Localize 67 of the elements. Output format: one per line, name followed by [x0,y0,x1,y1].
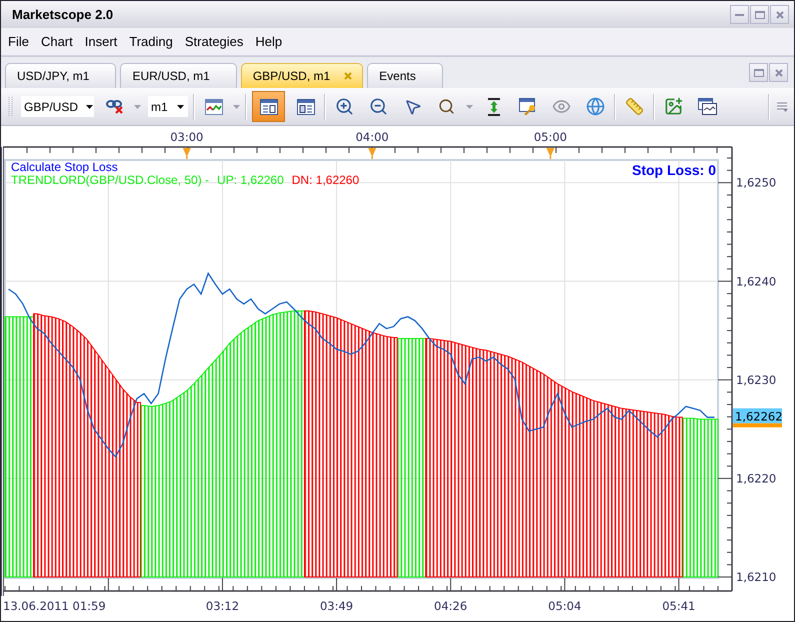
axis-label: 03:00 [170,130,204,144]
axis-label: 1,6210 [736,570,776,584]
axis-label: 04:26 [434,599,468,613]
axis-label: 04:00 [356,130,389,144]
eye-icon [552,97,571,116]
caret-icon [177,104,184,108]
axis-label: 03:12 [206,599,240,613]
maximize-icon [754,68,764,76]
menu-item[interactable]: File [2,32,35,52]
maximize-button[interactable] [750,5,769,24]
stop-loss-label: Stop Loss: 0 [632,161,716,180]
maximize-icon [754,10,764,18]
up-reading: UP: 1,62260 [217,174,284,187]
close-icon [344,72,352,80]
axis-label: 05:04 [548,599,582,613]
window-title: Marketscope 2.0 [12,6,114,24]
close-button[interactable] [770,5,789,24]
indicator-name: TRENDLORD(GBP/USD.Close, 50) - [11,174,210,187]
tab[interactable]: Events [367,63,443,88]
menu-item[interactable]: Chart [34,32,79,52]
dropdown[interactable]: m1 [148,96,188,117]
window-lines-icon [296,98,314,114]
close-button[interactable] [769,63,788,82]
tab[interactable]: GBP/USD, m1 [240,63,364,88]
menu-item[interactable]: Insert [78,32,124,52]
magnifier-icon [438,98,455,115]
chain-cross-icon [106,99,124,114]
time-marker [182,148,191,159]
axis-label: 05:00 [534,130,568,144]
maximize-button[interactable] [749,63,768,82]
menu-item[interactable]: Help [249,32,288,52]
toolbar-button[interactable] [252,91,285,122]
time-marker [546,148,554,159]
zoom-out-icon [369,97,388,116]
dropdown[interactable]: GBP/USD [21,96,94,117]
tab[interactable]: USD/JPY, m1 [5,63,116,88]
vertical-arrow-icon [486,98,500,116]
menu-item[interactable]: Strategies [178,32,250,52]
axis-label: 1,6230 [736,372,776,387]
globe-icon [586,97,605,116]
grip-icon [8,96,13,116]
chart-title: Calculate Stop Loss [11,161,118,174]
axis-label: 05:41 [662,599,696,613]
down-reading: DN: 1,62260 [292,174,360,187]
zoom-in-icon [335,97,354,116]
tab[interactable]: EUR/USD, m1 [120,63,237,88]
time-marker [368,148,376,159]
menu-item[interactable]: Trading [123,32,179,52]
pointer-icon [404,98,422,116]
image-add-icon [664,97,683,116]
axis-label: 13.06.2011 01:59 [3,599,106,613]
caret-icon [86,104,94,108]
axis-label: 03:49 [320,599,354,613]
minimize-icon [735,14,744,16]
window-key-icon [518,98,536,115]
minimize-button[interactable] [730,5,749,24]
ruler-icon [625,97,644,116]
price-label: 1,62262 [733,408,783,428]
window-chart-icon [698,98,717,115]
close-icon [774,68,782,76]
axis-label: 1,6240 [736,274,776,288]
axis-label: 1,6220 [736,471,776,486]
window-list-icon [260,98,278,114]
overflow-icon [776,102,788,112]
line-chart-icon [204,98,222,114]
axis-label: 1,6250 [736,176,776,190]
close-icon [776,10,784,18]
